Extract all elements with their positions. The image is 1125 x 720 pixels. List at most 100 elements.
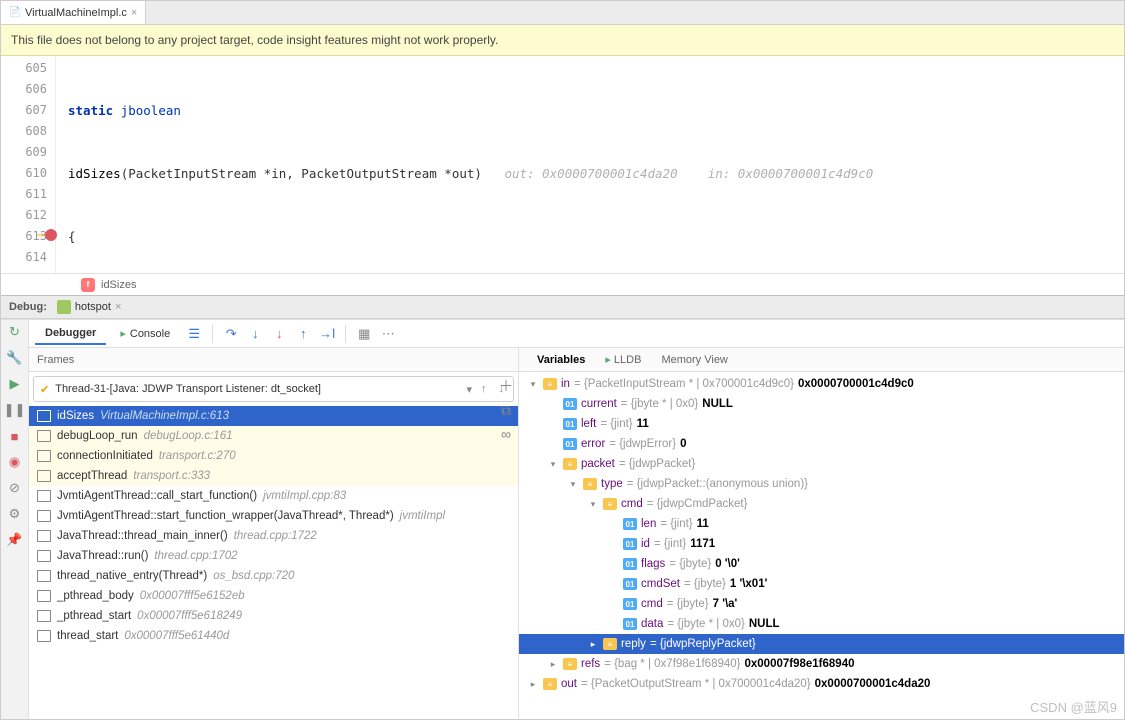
frame-icon (37, 610, 51, 622)
code-area[interactable]: static jboolean idSizes(PacketInputStrea… (56, 56, 1124, 273)
thread-dropdown-icon[interactable]: ▾ (466, 383, 472, 396)
stack-frame[interactable]: connectionInitiated transport.c:270 (29, 446, 518, 466)
close-tab-icon[interactable]: × (131, 7, 137, 19)
variable-row[interactable]: ▸≡ out = {PacketOutputStream * | 0x70000… (519, 674, 1124, 694)
stack-frame[interactable]: JvmtiAgentThread::call_start_function() … (29, 486, 518, 506)
frame-icon (37, 570, 51, 582)
more-button[interactable]: ⋯ (378, 324, 398, 344)
variable-row[interactable]: ▾≡ cmd = {jdwpCmdPacket} (519, 494, 1124, 514)
breadcrumb-fn[interactable]: idSizes (101, 279, 136, 291)
pin-button[interactable]: 📌 (7, 532, 23, 548)
var-type: = {bag * | 0x7f98e1f68940} (604, 658, 740, 670)
stack-frame[interactable]: acceptThread transport.c:333 (29, 466, 518, 486)
stack-frame[interactable]: JavaThread::run() thread.cpp:1702 (29, 546, 518, 566)
var-value: 0x00007f98e1f68940 (745, 658, 855, 670)
stack-frame[interactable]: JvmtiAgentThread::start_function_wrapper… (29, 506, 518, 526)
variable-row[interactable]: ▸≡ refs = {bag * | 0x7f98e1f68940} 0x000… (519, 654, 1124, 674)
pause-button[interactable]: ❚❚ (7, 402, 23, 418)
resume-button[interactable]: ▶ (7, 376, 23, 392)
expand-toggle[interactable]: ▾ (527, 379, 539, 390)
variable-row[interactable]: ▸≡ reply = {jdwpReplyPacket} (519, 634, 1124, 654)
thread-selector[interactable]: ✔ Thread-31-[Java: JDWP Transport Listen… (33, 376, 514, 402)
link-button[interactable]: ∞ (498, 426, 514, 442)
frame-location: transport.c:333 (133, 470, 210, 482)
var-type: = {jint} (654, 538, 686, 550)
variable-row[interactable]: 01 cmd = {jbyte} 7 '\a' (519, 594, 1124, 614)
evaluate-button[interactable]: ▦ (354, 324, 374, 344)
var-value: 11 (637, 418, 649, 430)
var-name: error (581, 438, 605, 450)
step-out-button[interactable]: ↑ (293, 324, 313, 344)
stop-button[interactable]: ■ (7, 428, 23, 444)
var-type-icon: 01 (563, 418, 577, 430)
step-over-button[interactable]: ↷ (221, 324, 241, 344)
threads-button[interactable]: ☰ (184, 324, 204, 344)
frame-location: VirtualMachineImpl.c:613 (100, 410, 229, 422)
step-into-button[interactable]: ↓ (245, 324, 265, 344)
expand-toggle[interactable]: ▾ (567, 479, 579, 490)
settings-button[interactable]: 🔧 (7, 350, 23, 366)
variable-row[interactable]: 01 len = {jint} 11 (519, 514, 1124, 534)
tab-variables[interactable]: Variables (527, 354, 595, 366)
breakpoint-marker[interactable]: → (37, 224, 57, 245)
thread-prev-button[interactable]: ↑ (478, 383, 490, 395)
thread-check-icon: ✔ (40, 383, 49, 396)
frame-name: JvmtiAgentThread::start_function_wrapper… (57, 510, 394, 522)
stack-frame[interactable]: JavaThread::thread_main_inner() thread.c… (29, 526, 518, 546)
stack-frame[interactable]: idSizes VirtualMachineImpl.c:613 (29, 406, 518, 426)
variable-row[interactable]: 01 current = {jbyte * | 0x0} NULL (519, 394, 1124, 414)
expand-toggle[interactable]: ▸ (527, 679, 539, 690)
var-value: NULL (702, 398, 733, 410)
expand-toggle[interactable]: ▾ (587, 499, 599, 510)
stack-frame[interactable]: _pthread_start 0x00007fff5e618249 (29, 606, 518, 626)
variable-row[interactable]: 01 id = {jint} 1171 (519, 534, 1124, 554)
expand-toggle[interactable]: ▾ (547, 459, 559, 470)
frame-location: jvmtiImpl (400, 510, 445, 522)
frame-location: jvmtiImpl.cpp:83 (263, 490, 346, 502)
close-config-icon[interactable]: × (115, 301, 121, 313)
var-value: NULL (749, 618, 780, 630)
var-type: = {jdwpCmdPacket} (647, 498, 748, 510)
var-type: = {jbyte * | 0x0} (621, 398, 698, 410)
rerun-button[interactable]: ↻ (7, 324, 23, 340)
var-value: 0 '\0' (715, 558, 740, 570)
stack-frame[interactable]: thread_start 0x00007fff5e61440d (29, 626, 518, 646)
stack-frame[interactable]: debugLoop_run debugLoop.c:161 (29, 426, 518, 446)
mute-bp-button[interactable]: ⊘ (7, 480, 23, 496)
variables-list[interactable]: ▾≡ in = {PacketInputStream * | 0x700001c… (519, 372, 1124, 719)
breakpoints-button[interactable]: ◉ (7, 454, 23, 470)
frame-icon (37, 450, 51, 462)
tab-debugger[interactable]: Debugger (35, 323, 106, 345)
frames-list[interactable]: idSizes VirtualMachineImpl.c:613debugLoo… (29, 406, 518, 719)
options-button[interactable]: ⚙ (7, 506, 23, 522)
stack-frame[interactable]: _pthread_body 0x00007fff5e6152eb (29, 586, 518, 606)
run-config-icon (57, 300, 71, 314)
stack-frame[interactable]: thread_native_entry(Thread*) os_bsd.cpp:… (29, 566, 518, 586)
copy-button[interactable]: ⧉ (498, 402, 514, 418)
add-watch-button[interactable]: ＋ (498, 378, 514, 394)
variable-row[interactable]: ▾≡ packet = {jdwpPacket} (519, 454, 1124, 474)
tab-console[interactable]: ▸ Console (110, 323, 180, 344)
gutter[interactable]: 605606607608609610611612613614 → (1, 56, 56, 273)
file-tab[interactable]: 📄 VirtualMachineImpl.c × (1, 1, 146, 24)
variable-row[interactable]: 01 left = {jint} 11 (519, 414, 1124, 434)
run-config[interactable]: hotspot × (57, 298, 122, 316)
var-name: refs (581, 658, 600, 670)
variable-row[interactable]: 01 cmdSet = {jbyte} 1 '\x01' (519, 574, 1124, 594)
tab-lldb[interactable]: ▸ LLDB (595, 353, 651, 366)
force-step-into-button[interactable]: ↓ (269, 324, 289, 344)
run-to-cursor-button[interactable]: →ǀ (317, 324, 337, 344)
expand-toggle[interactable]: ▸ (587, 639, 599, 650)
variable-row[interactable]: ▾≡ type = {jdwpPacket::(anonymous union)… (519, 474, 1124, 494)
var-value: 1 '\x01' (730, 578, 767, 590)
expand-toggle[interactable]: ▸ (547, 659, 559, 670)
var-value: 0x0000700001c4da20 (815, 678, 931, 690)
variable-row[interactable]: 01 data = {jbyte * | 0x0} NULL (519, 614, 1124, 634)
variable-row[interactable]: 01 flags = {jbyte} 0 '\0' (519, 554, 1124, 574)
frame-name: _pthread_start (57, 610, 131, 622)
var-type-icon: 01 (563, 438, 577, 450)
variable-row[interactable]: ▾≡ in = {PacketInputStream * | 0x700001c… (519, 374, 1124, 394)
frame-name: _pthread_body (57, 590, 134, 602)
tab-memory[interactable]: Memory View (651, 354, 737, 366)
variable-row[interactable]: 01 error = {jdwpError} 0 (519, 434, 1124, 454)
